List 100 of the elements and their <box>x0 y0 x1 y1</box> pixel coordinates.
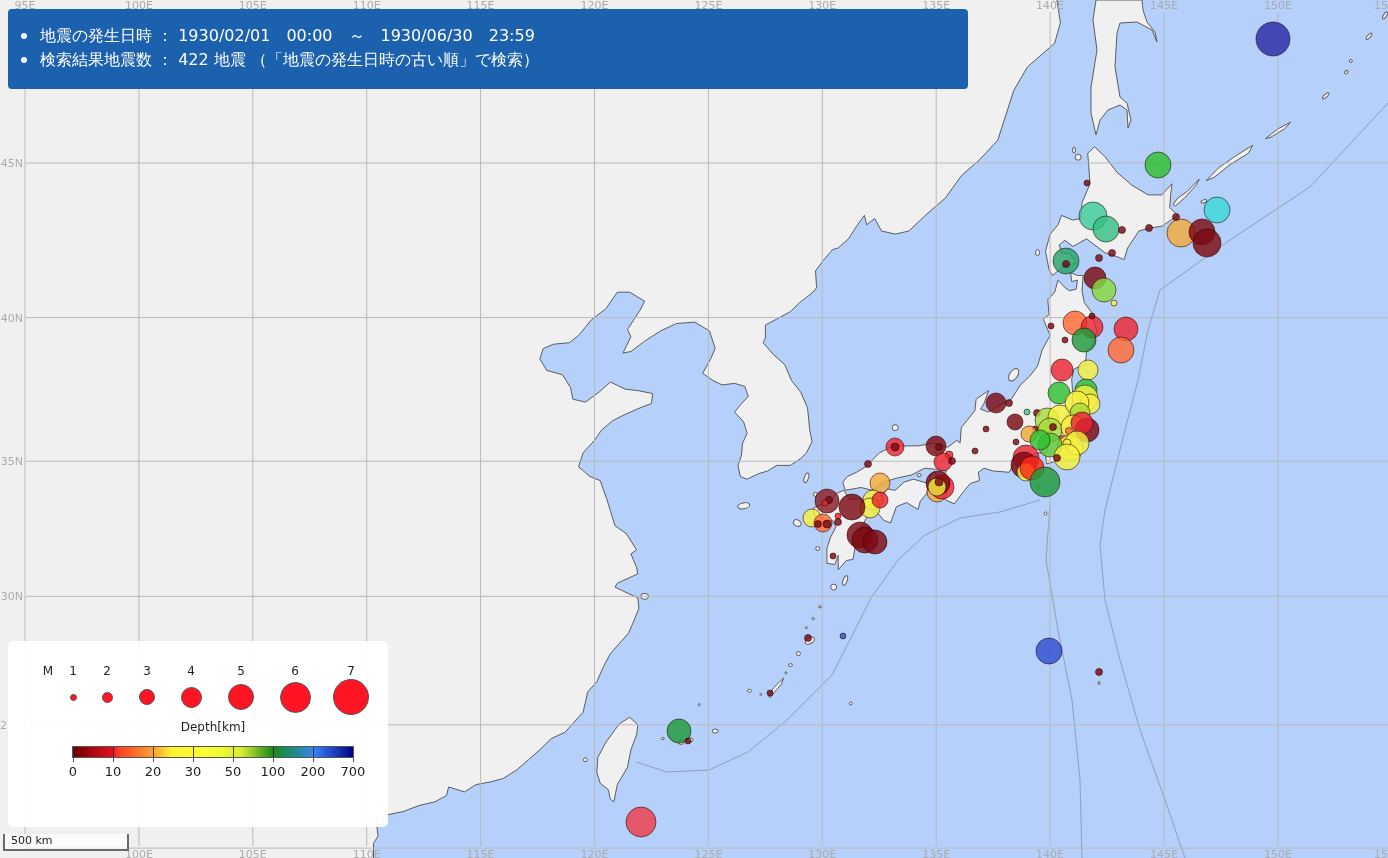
depth-tick-label: 100 <box>260 764 286 780</box>
earthquake-marker <box>864 460 872 468</box>
earthquake-marker <box>1035 637 1063 665</box>
longitude-label: 100E <box>124 848 153 858</box>
earthquake-marker <box>1050 358 1074 382</box>
earthquake-marker <box>1047 322 1055 330</box>
latitude-label: 30N <box>0 590 23 604</box>
island <box>804 626 808 630</box>
longitude-label: 105E <box>238 848 267 858</box>
island <box>1035 249 1041 257</box>
earthquake-marker <box>1077 359 1099 381</box>
depth-tick-label: 30 <box>184 764 202 780</box>
island <box>746 688 752 693</box>
longitude-label: 105E <box>238 0 267 12</box>
earthquake-marker <box>1095 254 1103 262</box>
longitude-label: 150E <box>1263 0 1292 12</box>
island <box>711 728 719 734</box>
longitude-label: 135E <box>922 0 951 12</box>
earthquake-marker <box>1145 224 1153 232</box>
island <box>818 605 822 609</box>
island <box>1097 681 1101 686</box>
island <box>1043 511 1048 516</box>
longitude-label: 125E <box>694 848 723 858</box>
bullet-icon <box>21 57 27 63</box>
longitude-label: 145E <box>1150 848 1178 858</box>
island <box>1365 32 1373 40</box>
magnitude-label: 2 <box>103 663 111 679</box>
island <box>737 502 751 510</box>
magnitude-circle-icon <box>333 679 369 715</box>
island <box>660 737 665 741</box>
magnitude-label: 5 <box>237 663 245 679</box>
summary-text: 検索結果地震数 ： 422 地震 （「地震の発生日時の古い順」で検索） <box>40 49 539 71</box>
earthquake-marker <box>766 689 774 697</box>
longitude-label: 125E <box>694 0 723 12</box>
island <box>759 693 763 696</box>
longitude-label: 100E <box>124 0 153 12</box>
earthquake-marker <box>862 529 888 555</box>
earthquake-marker <box>1203 196 1231 224</box>
latitude-label: 45N <box>0 157 23 170</box>
earthquake-marker <box>1144 151 1172 179</box>
earthquake-marker <box>1113 316 1139 342</box>
island <box>792 519 802 527</box>
island <box>830 583 838 591</box>
earthquake-marker <box>869 472 891 494</box>
longitude-label: 135E <box>922 848 951 858</box>
bullet-icon <box>21 33 27 39</box>
longitude-label: 130E <box>808 0 837 12</box>
depth-tick-label: 700 <box>340 764 366 780</box>
longitude-label: 15 <box>1374 0 1388 12</box>
magnitude-label: 4 <box>187 663 195 679</box>
depth-tick-label: 50 <box>224 764 242 780</box>
magnitude-circle-icon <box>69 693 77 701</box>
magnitude-label: 1 <box>69 663 77 679</box>
magnitude-label: 7 <box>347 663 355 679</box>
longitude-label: 115E <box>466 0 495 12</box>
depth-tick-label: 10 <box>104 764 122 780</box>
latitude-label: 35N <box>0 455 23 469</box>
longitude-label: 115E <box>466 848 495 858</box>
island <box>582 757 588 763</box>
island <box>842 575 849 586</box>
longitude-label: 95E <box>14 0 36 12</box>
depth-tick-label: 200 <box>300 764 326 780</box>
earthquake-marker <box>871 491 889 509</box>
earthquake-marker <box>625 806 657 838</box>
earthquake-marker <box>1192 228 1222 258</box>
longitude-label: 120E <box>580 848 609 858</box>
island <box>803 472 810 484</box>
earthquake-marker <box>982 425 990 433</box>
island <box>1348 58 1353 63</box>
island <box>1382 11 1388 20</box>
magnitude-circle-icon <box>228 684 254 710</box>
summary-text: 地震の発生日時 ： 1930/02/01 00:00 ～ 1930/06/30 23:59 <box>40 25 535 47</box>
earthquake-marker <box>839 632 847 640</box>
magnitude-circle-icon <box>279 681 311 713</box>
depth-title: Depth[km] <box>180 719 246 735</box>
earthquake-marker <box>829 552 837 560</box>
earthquake-marker <box>1108 249 1116 257</box>
magnitude-circle-icon <box>180 686 202 708</box>
longitude-label: 110E <box>352 0 381 12</box>
earthquake-marker <box>1107 336 1135 364</box>
island <box>697 703 701 707</box>
island <box>1205 144 1254 182</box>
longitude-label: 150E <box>1263 848 1292 858</box>
earthquake-marker <box>1095 668 1103 676</box>
longitude-label: 120E <box>580 0 609 12</box>
magnitude-label: 3 <box>143 663 151 679</box>
earthquake-marker <box>1255 21 1291 57</box>
longitude-label: 145E <box>1150 0 1178 12</box>
earthquake-marker <box>1083 179 1091 187</box>
magnitude-title: M <box>42 663 54 679</box>
earthquake-marker <box>804 634 812 642</box>
longitude-label: 15 <box>1374 848 1388 858</box>
depth-tick-label: 20 <box>144 764 162 780</box>
island <box>1264 121 1291 140</box>
magnitude-circle-icon <box>101 691 113 703</box>
longitude-label: 130E <box>808 848 837 858</box>
latitude-label: 2 <box>0 718 7 732</box>
island <box>848 701 853 706</box>
latitude-label: 40N <box>0 311 23 325</box>
earthquake-marker <box>1071 327 1097 353</box>
